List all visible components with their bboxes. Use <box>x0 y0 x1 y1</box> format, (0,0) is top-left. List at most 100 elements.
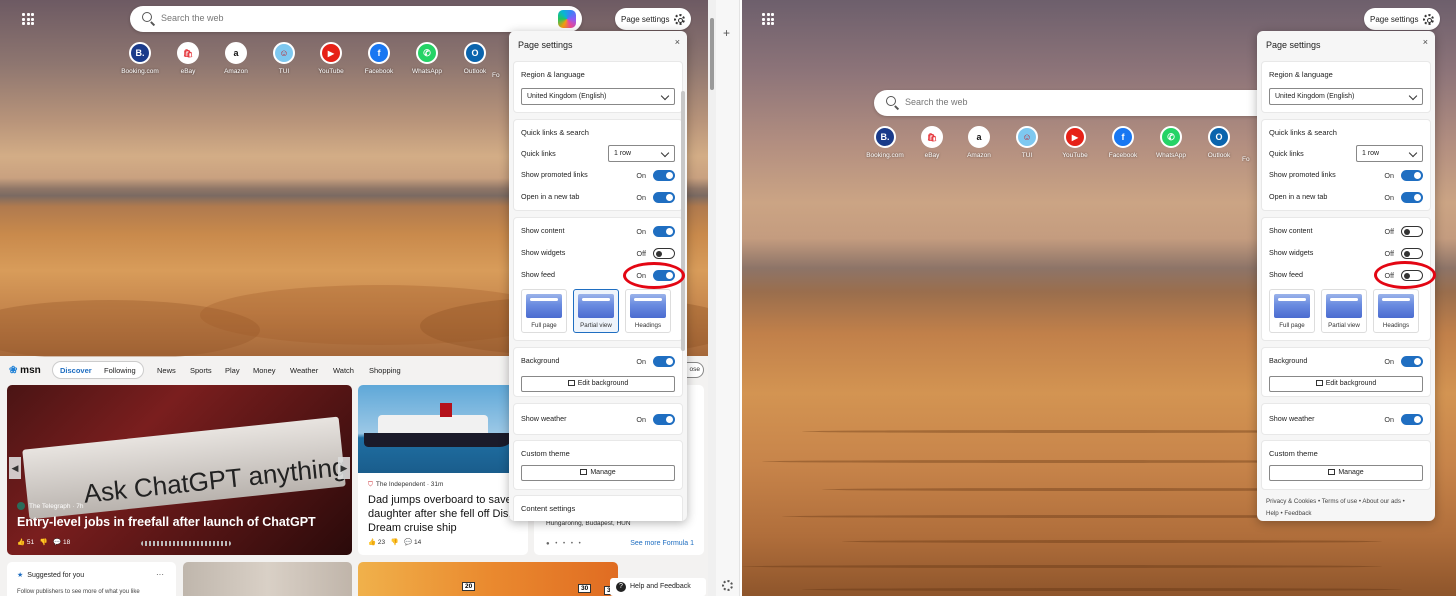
quick-link-ebay[interactable]: 🛍 eBay <box>910 126 954 159</box>
show-weather-toggle[interactable] <box>653 414 675 425</box>
show-widgets-toggle[interactable] <box>653 248 675 259</box>
weather-section: Show weather On <box>513 403 683 435</box>
new-tab-toggle[interactable] <box>1401 192 1423 203</box>
search-input[interactable]: Search the web <box>130 6 582 32</box>
panel-title: Page settings <box>1266 40 1321 50</box>
booking-icon: B. <box>129 42 151 64</box>
hero-headline[interactable]: Entry-level jobs in freefall after launc… <box>17 515 316 529</box>
show-widgets-toggle[interactable] <box>1401 248 1423 259</box>
show-content-toggle[interactable] <box>1401 226 1423 237</box>
tab-discover[interactable]: Discover <box>60 366 92 375</box>
chevron-down-icon <box>660 91 670 101</box>
map-temp: 30 <box>578 584 592 593</box>
add-icon[interactable]: + <box>723 26 730 40</box>
terms-link[interactable]: Terms of use <box>1322 498 1357 505</box>
highlight-circle <box>623 262 685 289</box>
nav-news[interactable]: News <box>157 366 176 375</box>
show-content-row: Show content On <box>521 226 675 238</box>
quick-link-outlook[interactable]: O Outlook <box>1197 126 1241 159</box>
close-icon[interactable]: × <box>675 37 680 47</box>
close-icon[interactable]: × <box>1423 37 1428 47</box>
layout-full-page[interactable]: Full page <box>1269 289 1315 333</box>
layout-headings[interactable]: Headings <box>1373 289 1419 333</box>
quick-link-facebook[interactable]: f Facebook <box>1101 126 1145 159</box>
search-input[interactable]: Search the web <box>874 90 1274 116</box>
quick-link-youtube[interactable]: ▶ YouTube <box>1053 126 1097 159</box>
suggested-title: Suggested for you <box>17 571 84 579</box>
left-new-tab-page: Search the web Page settings B. Booking.c… <box>0 0 716 596</box>
background-toggle[interactable] <box>653 356 675 367</box>
region-select[interactable]: United Kingdom (English) <box>1269 88 1423 105</box>
about-ads-link[interactable]: About our ads <box>1362 498 1401 505</box>
layout-headings[interactable]: Headings <box>625 289 671 333</box>
gear-icon[interactable] <box>722 580 733 591</box>
hero-news-card[interactable]: Ask ChatGPT anything ◀ ▶ The Telegraph ·… <box>7 385 352 555</box>
apps-icon[interactable] <box>22 13 34 25</box>
feedback-link[interactable]: Feedback <box>1284 510 1311 517</box>
privacy-link[interactable]: Privacy & Cookies <box>1266 498 1316 505</box>
amazon-icon: a <box>968 126 990 148</box>
quick-link-tui[interactable]: ☺ TUI <box>262 42 306 75</box>
quick-link-whatsapp[interactable]: ✆ WhatsApp <box>405 42 449 75</box>
page-scrollbar[interactable] <box>708 0 716 596</box>
copilot-icon[interactable] <box>558 10 576 28</box>
quick-links-select[interactable]: 1 row <box>1356 145 1423 162</box>
search-placeholder: Search the web <box>905 97 968 107</box>
quick-link-outlook[interactable]: O Outlook <box>453 42 497 75</box>
quick-link-ebay[interactable]: 🛍 eBay <box>166 42 210 75</box>
quick-link-partial[interactable]: Fo <box>492 42 508 79</box>
edit-background-button[interactable]: Edit background <box>521 376 675 392</box>
apps-icon[interactable] <box>762 13 774 25</box>
weather-map-card[interactable]: 20 30 3 <box>358 562 618 596</box>
page-settings-button[interactable]: Page settings <box>615 8 692 30</box>
f1-pager[interactable]: ● • • • • <box>546 541 583 547</box>
background-toggle[interactable] <box>1401 356 1423 367</box>
nav-watch[interactable]: Watch <box>333 366 354 375</box>
carousel-next-button[interactable]: ▶ <box>338 457 350 479</box>
quick-link-whatsapp[interactable]: ✆ WhatsApp <box>1149 126 1193 159</box>
quick-links-select[interactable]: 1 row <box>608 145 675 162</box>
show-content-row: Show content Off <box>1269 226 1423 238</box>
quick-link-booking[interactable]: B. Booking.com <box>863 126 907 159</box>
manage-theme-button[interactable]: Manage <box>1269 465 1423 481</box>
ship-news-card[interactable]: The Independent · 31m Dad jumps overboar… <box>358 385 528 555</box>
more-options-icon[interactable]: ··· <box>156 570 164 579</box>
ship-source: The Independent · 31m <box>368 481 444 489</box>
see-more-f1-link[interactable]: See more Formula 1 <box>630 540 694 547</box>
carousel-indicator <box>141 541 231 546</box>
nav-weather[interactable]: Weather <box>290 366 318 375</box>
nav-play[interactable]: Play <box>225 366 240 375</box>
layout-full-page[interactable]: Full page <box>521 289 567 333</box>
region-section: Region & language United Kingdom (Englis… <box>1261 61 1431 113</box>
quick-link-booking[interactable]: B. Booking.com <box>118 42 162 75</box>
promoted-links-toggle[interactable] <box>1401 170 1423 181</box>
quick-link-youtube[interactable]: ▶ YouTube <box>309 42 353 75</box>
edit-background-button[interactable]: Edit background <box>1269 376 1423 392</box>
help-link[interactable]: Help <box>1266 510 1279 517</box>
help-feedback-button[interactable]: Help and Feedback <box>610 578 706 596</box>
panel-scrollbar[interactable] <box>681 91 685 351</box>
page-settings-button[interactable]: Page settings <box>1364 8 1441 30</box>
nav-money[interactable]: Money <box>253 366 276 375</box>
quick-link-amazon[interactable]: a Amazon <box>214 42 258 75</box>
tab-following[interactable]: Following <box>104 366 136 375</box>
nav-shopping[interactable]: Shopping <box>369 366 401 375</box>
manage-theme-button[interactable]: Manage <box>521 465 675 481</box>
ship-headline[interactable]: Dad jumps overboard to save daughter aft… <box>368 493 528 535</box>
custom-theme-section: Custom theme Manage <box>1261 440 1431 490</box>
show-weather-toggle[interactable] <box>1401 414 1423 425</box>
promoted-links-toggle[interactable] <box>653 170 675 181</box>
people-news-image[interactable] <box>183 562 352 596</box>
region-select[interactable]: United Kingdom (English) <box>521 88 675 105</box>
quick-link-partial[interactable]: Fo <box>1242 126 1256 163</box>
carousel-prev-button[interactable]: ◀ <box>9 457 21 479</box>
quick-link-amazon[interactable]: a Amazon <box>957 126 1001 159</box>
new-tab-toggle[interactable] <box>653 192 675 203</box>
right-new-tab-page: Search the web Page settings B. Booking.c… <box>742 0 1456 596</box>
show-content-toggle[interactable] <box>653 226 675 237</box>
layout-partial-view[interactable]: Partial view <box>573 289 619 333</box>
layout-partial-view[interactable]: Partial view <box>1321 289 1367 333</box>
quick-link-facebook[interactable]: f Facebook <box>357 42 401 75</box>
nav-sports[interactable]: Sports <box>190 366 212 375</box>
quick-link-tui[interactable]: ☺ TUI <box>1005 126 1049 159</box>
